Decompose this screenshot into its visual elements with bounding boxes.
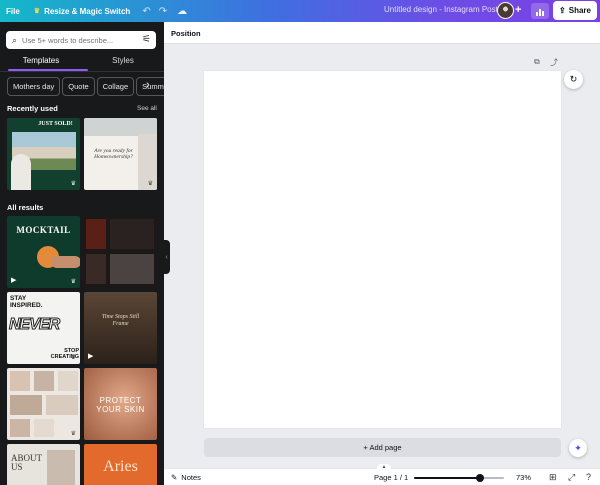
chip-collage[interactable]: Collage <box>96 77 135 96</box>
top-bar: File ♛ Resize & Magic Switch ↶ ↷ ☁ Untit… <box>0 0 600 22</box>
thumb-text: MOCKTAIL <box>16 225 71 235</box>
thumb-text: Aries <box>103 458 138 475</box>
hand-image <box>51 256 80 268</box>
template-thumb-aries[interactable]: Aries <box>84 444 157 485</box>
avatar[interactable] <box>497 2 514 19</box>
chip-mothers-day[interactable]: Mothers day <box>7 77 61 96</box>
redo-icon[interactable]: ↷ <box>159 6 167 17</box>
undo-icon[interactable]: ↶ <box>142 6 150 17</box>
page-indicator[interactable]: Page 1 / 1 <box>374 473 408 482</box>
bottom-bar: ▲ ✎ Notes Page 1 / 1 73% ⊞ ⤢ ? <box>164 464 600 485</box>
share-label: Share <box>568 6 591 15</box>
thumb-text: STAY INSPIRED. <box>10 295 43 309</box>
fullscreen-icon[interactable]: ⤢ <box>568 472 575 483</box>
photo-tile <box>110 254 154 284</box>
refresh-icon[interactable]: ↻ <box>564 70 583 89</box>
play-icon: ▶ <box>11 277 17 284</box>
thumb-text: JUST SOLD! <box>38 121 73 127</box>
template-thumb-dark-collage[interactable] <box>84 216 157 288</box>
photo-tile <box>58 371 78 391</box>
notes-label: Notes <box>181 473 201 482</box>
share-icon: ⇪ <box>559 6 566 15</box>
position-button[interactable]: Position <box>171 29 201 38</box>
search-placeholder: Use 5+ words to describe... <box>22 35 114 45</box>
notes-icon: ✎ <box>171 473 178 482</box>
resize-magic-switch-button[interactable]: ♛ Resize & Magic Switch <box>34 7 131 16</box>
help-icon[interactable]: ? <box>586 472 591 482</box>
collapse-panel-handle[interactable]: ‹ <box>163 240 170 274</box>
chevron-up-icon[interactable]: ▲ <box>377 464 391 470</box>
crown-icon: ♛ <box>70 431 76 437</box>
photo-tile <box>110 219 154 249</box>
zoom-slider[interactable] <box>414 474 504 482</box>
see-all-link[interactable]: See all <box>137 105 157 112</box>
add-page-button[interactable]: + Add page <box>204 438 561 457</box>
template-thumb-collage[interactable]: ♛ <box>7 368 80 440</box>
all-results-heading: All results <box>7 203 44 212</box>
thumb-text: Time Stops Still Frame <box>101 314 140 327</box>
photo-tile <box>34 419 54 437</box>
zoom-slider-handle[interactable] <box>475 474 484 482</box>
recently-used-heading: Recently used <box>7 104 58 113</box>
filter-chips: Mothers day Quote Collage Summ <box>7 77 164 97</box>
tab-divider <box>0 71 164 72</box>
search-input[interactable]: ⌕ Use 5+ words to describe... ⚟ <box>6 31 156 49</box>
thumb-text: NEVER <box>8 316 60 334</box>
photo-tile <box>34 371 54 391</box>
resize-label: Resize & Magic Switch <box>44 6 131 16</box>
thumb-text: ABOUT US <box>11 453 42 472</box>
filter-icon[interactable]: ⚟ <box>142 34 151 45</box>
crown-icon: ♛ <box>70 181 76 187</box>
thumb-text: PROTECT YOUR SKIN <box>96 396 145 414</box>
duplicate-page-icon[interactable]: ⧉ <box>534 57 540 67</box>
template-thumb-just-sold[interactable]: JUST SOLD! ♛ <box>7 118 80 190</box>
invite-plus-icon[interactable]: + <box>515 4 521 16</box>
photo-tile <box>46 395 78 415</box>
crown-icon: ♛ <box>70 355 76 361</box>
crown-icon: ♛ <box>70 279 76 285</box>
photo-tile <box>10 371 30 391</box>
chip-quote[interactable]: Quote <box>62 77 95 96</box>
crown-icon: ♛ <box>33 8 41 15</box>
crown-icon: ♛ <box>147 181 153 187</box>
template-thumb-time-stops[interactable]: Time Stops Still Frame ▶ <box>84 292 157 364</box>
share-button[interactable]: ⇪ Share <box>553 1 597 20</box>
photo-tile <box>86 219 106 249</box>
photo-tile <box>10 419 30 437</box>
design-title[interactable]: Untitled design - Instagram Post <box>384 5 498 14</box>
templates-panel: ⌕ Use 5+ words to describe... ⚟ Template… <box>0 22 164 485</box>
context-toolbar: Position <box>164 22 600 44</box>
insights-chart-icon[interactable] <box>531 3 549 19</box>
add-page-icon[interactable]: ⤴ <box>550 57 558 68</box>
template-thumb-homeownership[interactable]: Are you ready for Homeownership? ♛ <box>84 118 157 190</box>
zoom-level[interactable]: 73% <box>516 473 531 482</box>
template-thumb-about-us[interactable]: ABOUT US <box>7 444 80 485</box>
template-thumb-protect-skin[interactable]: PROTECT YOUR SKIN <box>84 368 157 440</box>
zoom-slider-fill <box>414 477 480 479</box>
template-thumb-mocktail[interactable]: MOCKTAIL ▶ ♛ <box>7 216 80 288</box>
chevron-right-icon[interactable]: › <box>146 79 150 91</box>
tab-styles[interactable]: Styles <box>82 54 164 72</box>
design-page[interactable] <box>204 71 561 428</box>
template-thumb-stay-inspired[interactable]: STAY INSPIRED. NEVER STOP CREATING ♛ <box>7 292 80 364</box>
notes-button[interactable]: ✎ Notes <box>171 473 201 482</box>
photo-tile <box>10 395 42 415</box>
agent-photo <box>11 154 31 190</box>
photo-tile <box>47 450 75 485</box>
play-icon: ▶ <box>88 353 94 360</box>
magic-assistant-icon[interactable]: ✦ <box>569 439 587 457</box>
photo-tile <box>86 254 106 284</box>
file-menu[interactable]: File <box>6 7 20 16</box>
search-icon: ⌕ <box>12 34 18 45</box>
cloud-icon[interactable]: ☁ <box>177 6 187 17</box>
grid-view-icon[interactable]: ⊞ <box>549 472 557 483</box>
chip-summer[interactable]: Summ <box>136 77 164 96</box>
